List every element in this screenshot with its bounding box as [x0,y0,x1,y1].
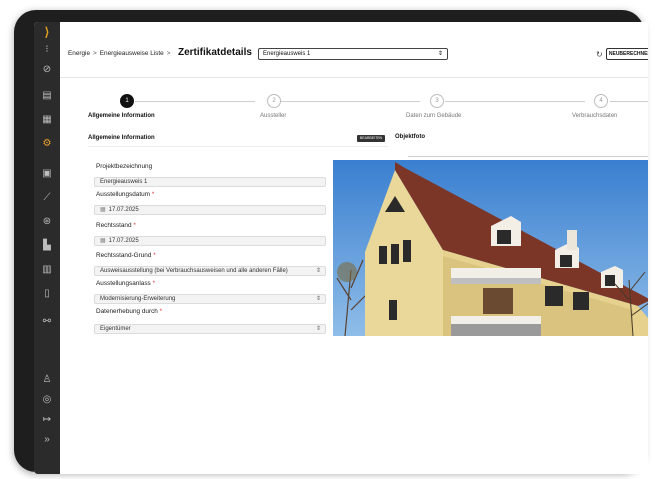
sidebar: ⟩ ⁝ ⊘ ▤ ▦ ⚙ ▣ ⟋ ⊛ ▙ ▥ ▯ ⚯ ♙ ◎ ↦ » [34,22,60,474]
breadcrumb-liste[interactable]: Energieausweise Liste [100,50,164,57]
ausstellungsdatum-label: Ausstellungsdatum * [96,191,154,198]
logo-icon: ⟩ [44,25,50,39]
chevron-updown-icon: ⇕ [315,268,321,274]
grid-icon[interactable]: ▦ [39,112,55,128]
star-icon[interactable]: ⊛ [39,214,55,230]
required-mark: * [159,308,163,315]
tablet-frame: ⟩ ⁝ ⊘ ▤ ▦ ⚙ ▣ ⟋ ⊛ ▙ ▥ ▯ ⚯ ♙ ◎ ↦ » Energi… [14,10,648,474]
line-chart-icon[interactable]: ⟋ [39,190,55,206]
recalculate-button[interactable]: NEUBERECHNEN [606,48,648,60]
step-2-label[interactable]: Aussteller [260,113,286,119]
required-mark: * [152,280,156,287]
step-connector [280,101,420,102]
rechtsstand-grund-label-text: Rechtsstand-Grund [96,252,152,259]
required-mark: * [133,222,136,229]
step-3-circle[interactable]: 3 [430,94,444,108]
main-content: Energie > Energieausweise Liste > Zertifika… [60,22,648,474]
required-mark: * [151,191,155,198]
projektbezeichnung-value: Energieausweis 1 [100,179,148,185]
step-3-label[interactable]: Daten zum Gebäude [406,113,461,119]
chart-icon[interactable]: ⁝ [39,42,55,58]
step-2-circle[interactable]: 2 [267,94,281,108]
calculator-icon[interactable]: ▯ [39,286,55,302]
object-photo [333,160,648,336]
step-connector [135,101,255,102]
settings-icon[interactable]: ⚯ [39,314,55,330]
topbar: Energie > Energieausweise Liste > Zertifika… [60,22,648,78]
certificate-icon[interactable]: ⚙ [39,136,55,152]
breadcrumb-separator: > [93,50,97,57]
breadcrumb: Energie > Energieausweise Liste > [68,50,173,57]
rechtsstand-label: Rechtsstand * [96,222,136,229]
projektbezeichnung-input[interactable]: Energieausweis 1 [94,177,326,187]
required-mark: * [153,252,156,259]
step-1-label[interactable]: Allgemeine Information [88,113,155,119]
datenerhebung-label: Datenerhebung durch * [96,308,162,315]
step-4-circle[interactable]: 4 [594,94,608,108]
expand-icon[interactable]: » [39,432,55,448]
help-icon[interactable]: ⊘ [39,62,55,78]
column-chart-icon[interactable]: ▥ [39,262,55,278]
datenerhebung-label-text: Datenerhebung durch [96,308,158,315]
rechtsstand-input[interactable]: ▦ 17.07.2025 [94,236,326,246]
photo-title: Objektfoto [395,134,425,140]
rechtsstand-grund-value: Ausweisausstellung (bei Verbrauchsauswei… [100,268,288,274]
projektbezeichnung-label: Projektbezeichnung [96,163,153,170]
ausstellungsanlass-value: Modernisierung-Erweiterung [100,296,176,302]
ausstellungsanlass-label-text: Ausstellungsanlass [96,280,151,287]
step-4-label[interactable]: Verbrauchsdaten [572,113,617,119]
calendar-icon: ▦ [100,238,106,244]
step-1-circle[interactable]: 1 [120,94,134,108]
breadcrumb-separator: > [166,50,171,57]
certificate-select[interactable]: Energieausweis 1 ⇕ [258,48,448,60]
refresh-icon[interactable]: ↻ [596,50,603,59]
page-title: Zertifikatdetails [178,47,252,58]
ausstellungsanlass-label: Ausstellungsanlass * [96,280,155,287]
section-title: Allgemeine Information [88,135,155,141]
step-connector [445,101,585,102]
breadcrumb-energie[interactable]: Energie [68,50,90,57]
screen: ⟩ ⁝ ⊘ ▤ ▦ ⚙ ▣ ⟋ ⊛ ▙ ▥ ▯ ⚯ ♙ ◎ ↦ » Energi… [34,22,648,474]
chevron-updown-icon: ⇕ [315,326,321,332]
datenerhebung-select[interactable]: Eigentümer ⇕ [94,324,326,334]
certificate-select-value: Energieausweis 1 [263,51,311,57]
rechtsstand-label-text: Rechtsstand [96,222,132,229]
chevron-updown-icon: ⇕ [437,51,443,57]
datenerhebung-value: Eigentümer [100,326,131,332]
logout-icon[interactable]: ↦ [39,412,55,428]
ausstellungsdatum-label-text: Ausstellungsdatum [96,191,150,198]
ausstellungsdatum-input[interactable]: ▦ 17.07.2025 [94,205,326,215]
building-photo-illustration [333,160,648,336]
chevron-updown-icon: ⇕ [315,296,321,302]
ausstellungsdatum-value: 17.07.2025 [108,207,139,213]
divider [408,156,648,157]
headset-icon[interactable]: ◎ [39,392,55,408]
rechtsstand-value: 17.07.2025 [108,238,139,244]
user-icon[interactable]: ♙ [39,372,55,388]
ausstellungsanlass-select[interactable]: Modernisierung-Erweiterung ⇕ [94,294,326,304]
calendar-icon: ▦ [100,207,106,213]
document-icon[interactable]: ▤ [39,88,55,104]
edit-button[interactable]: BEARBEITEN [357,135,385,142]
bar-chart-icon[interactable]: ▙ [39,238,55,254]
step-connector [610,101,648,102]
list-icon[interactable]: ▣ [39,166,55,182]
divider [88,146,388,147]
rechtsstand-grund-select[interactable]: Ausweisausstellung (bei Verbrauchsauswei… [94,266,326,276]
rechtsstand-grund-label: Rechtsstand-Grund * [96,252,156,259]
